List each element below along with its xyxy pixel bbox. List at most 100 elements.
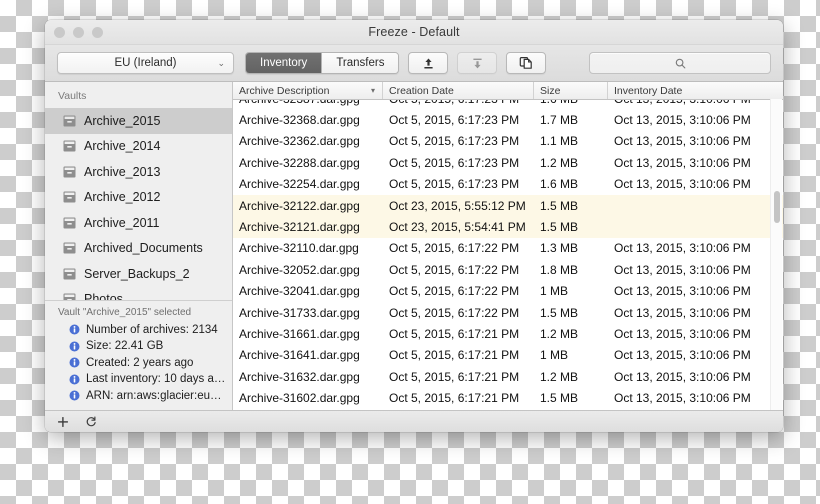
cell-inventory-date: Oct 13, 2015, 3:10:06 PM — [614, 155, 751, 170]
table-body: Archive-32387.dar.gpgOct 5, 2015, 6:17:2… — [233, 100, 783, 410]
sidebar-item-archive-2011[interactable]: Archive_2011 — [45, 210, 232, 236]
cell-creation-date: Oct 5, 2015, 6:17:23 PM — [383, 100, 534, 106]
table-row[interactable]: Archive-32121.dar.gpg Oct 23, 2015, 5:54:… — [233, 216, 783, 238]
table-row[interactable]: Archive-31602.dar.gpg Oct 5, 2015, 6:17:2… — [233, 387, 783, 408]
table-row[interactable]: Archive-31661.dar.gpg Oct 5, 2015, 6:17:2… — [233, 323, 783, 344]
vault-list: Archive_2015 Archive_2014 Archive_2013 A… — [45, 108, 232, 300]
cell-inventory-date: Oct 13, 2015, 3:10:06 PM — [614, 284, 751, 299]
sidebar-item-archived-documents[interactable]: Archived_Documents — [45, 236, 232, 262]
sidebar-item-label: Archive_2013 — [84, 164, 161, 179]
cell-size: 1 MB — [540, 348, 569, 363]
sidebar-item-archive-2013[interactable]: Archive_2013 — [45, 159, 232, 185]
cell-archive-description: Archive-32368.dar.gpg — [239, 113, 360, 128]
tab-inventory[interactable]: Inventory — [246, 53, 322, 73]
cell-creation-date: Oct 23, 2015, 5:54:41 PM — [389, 220, 526, 235]
copy-archive-button[interactable] — [506, 52, 547, 74]
info-icon — [69, 341, 80, 352]
toolbar: EU (Ireland) ⌄ Inventory Transfers — [45, 45, 783, 82]
table-row[interactable]: Archive-32122.dar.gpg Oct 23, 2015, 5:55:… — [233, 194, 783, 217]
cell-creation-date: Oct 5, 2015, 6:17:21 PM — [389, 369, 520, 384]
info-icon — [69, 374, 80, 385]
search-icon — [675, 58, 685, 68]
cell-creation-date: Oct 5, 2015, 6:17:22 PM — [389, 262, 520, 277]
table-row[interactable]: Archive-31641.dar.gpg Oct 5, 2015, 6:17:2… — [233, 345, 783, 366]
cell-archive-description: Archive-32288.dar.gpg — [239, 155, 360, 170]
column-header-label: Archive Description — [239, 84, 330, 97]
table-row[interactable]: Archive-32368.dar.gpg Oct 5, 2015, 6:17:2… — [233, 109, 783, 130]
cell-archive-description: Archive-32041.dar.gpg — [239, 284, 360, 299]
sidebar-item-archive-2015[interactable]: Archive_2015 — [45, 108, 232, 134]
sidebar-item-label: Archive_2011 — [84, 215, 160, 230]
vault-info-row-size: Size: 22.41 GB — [45, 338, 232, 355]
table-row[interactable]: Archive-31548.dar.gpgOct 5, 2015, 6:17:2… — [233, 409, 783, 410]
sidebar-item-label: Archived_Documents — [84, 241, 203, 256]
copy-document-icon — [519, 57, 532, 69]
column-header-creation-date[interactable]: Creation Date — [383, 82, 534, 99]
region-select[interactable]: EU (Ireland) ⌄ — [57, 52, 234, 74]
cell-inventory-date: Oct 13, 2015, 3:10:06 PM — [614, 348, 751, 363]
sidebar-item-photos[interactable]: Photos — [45, 287, 232, 300]
zoom-button[interactable] — [92, 27, 103, 38]
scrollbar-thumb[interactable] — [773, 191, 780, 223]
cell-size: 1.5 MB — [540, 305, 579, 320]
sidebar-header: Vaults — [58, 90, 87, 102]
cell-inventory-date: Oct 13, 2015, 3:10:06 PM — [614, 241, 751, 256]
table-row[interactable]: Archive-32041.dar.gpg Oct 5, 2015, 6:17:2… — [233, 281, 783, 302]
column-header-label: Inventory Date — [614, 84, 683, 97]
close-button[interactable] — [54, 27, 65, 38]
table-row[interactable]: Archive-32254.dar.gpg Oct 5, 2015, 6:17:2… — [233, 174, 783, 195]
column-header-inventory-date[interactable]: Inventory Date — [608, 82, 783, 99]
cell-creation-date: Oct 5, 2015, 6:17:23 PM — [389, 177, 520, 192]
sidebar-item-archive-2012[interactable]: Archive_2012 — [45, 185, 232, 211]
column-header-size[interactable]: Size — [534, 82, 608, 99]
vault-info-title: Vault "Archive_2015" selected — [58, 306, 192, 318]
cell-inventory-date: Oct 13, 2015, 3:10:06 PM — [614, 391, 751, 406]
vault-info-row-created: Created: 2 years ago — [45, 355, 232, 372]
view-segmented-control: Inventory Transfers — [245, 52, 400, 74]
refresh-icon — [86, 416, 96, 426]
bottom-toolbar — [45, 410, 783, 432]
vertical-scrollbar[interactable] — [770, 99, 782, 410]
cell-size: 1 MB — [540, 284, 569, 299]
cell-archive-description: Archive-32052.dar.gpg — [239, 262, 360, 277]
sidebar-item-label: Server_Backups_2 — [84, 266, 190, 281]
sidebar-item-archive-2014[interactable]: Archive_2014 — [45, 134, 232, 160]
sidebar-item-label: Archive_2015 — [84, 113, 161, 128]
search-container — [589, 52, 771, 74]
vault-icon — [63, 268, 76, 280]
cell-creation-date: Oct 5, 2015, 6:17:23 PM — [389, 155, 520, 170]
column-header-label: Size — [540, 84, 561, 97]
table-row[interactable]: Archive-31632.dar.gpg Oct 5, 2015, 6:17:2… — [233, 366, 783, 387]
sidebar: Vaults Archive_2015 Archive_2014 Archive… — [45, 82, 233, 410]
sidebar-item-server-backups-2[interactable]: Server_Backups_2 — [45, 261, 232, 287]
download-button[interactable] — [457, 52, 498, 74]
sidebar-item-label: Archive_2012 — [84, 190, 161, 205]
table-row[interactable]: Archive-32387.dar.gpgOct 5, 2015, 6:17:2… — [233, 100, 783, 109]
table-row[interactable]: Archive-32288.dar.gpg Oct 5, 2015, 6:17:2… — [233, 152, 783, 173]
column-header-archive-description[interactable]: Archive Description ▾ — [233, 82, 383, 99]
refresh-button[interactable] — [84, 415, 98, 429]
upload-button[interactable] — [408, 52, 449, 74]
cell-archive-description: Archive-32362.dar.gpg — [239, 134, 360, 149]
cell-size: 1.6 MB — [534, 100, 608, 106]
vault-info-row-last-inventory: Last inventory: 10 days a… — [45, 371, 232, 388]
minimize-button[interactable] — [73, 27, 84, 38]
cell-size: 1.2 MB — [540, 369, 579, 384]
traffic-light-group — [54, 27, 103, 38]
vault-info-row-arn: ARN: arn:aws:glacier:eu… — [45, 388, 232, 405]
add-vault-button[interactable] — [56, 415, 70, 429]
vault-icon — [63, 140, 76, 152]
table-row[interactable]: Archive-32362.dar.gpg Oct 5, 2015, 6:17:2… — [233, 131, 783, 152]
vault-icon — [63, 191, 76, 203]
table-row[interactable]: Archive-31733.dar.gpg Oct 5, 2015, 6:17:2… — [233, 302, 783, 323]
cell-archive-description: Archive-31661.dar.gpg — [239, 326, 360, 341]
vault-icon — [63, 166, 76, 178]
search-input[interactable] — [589, 52, 771, 74]
cell-inventory-date: Oct 13, 2015, 3:10:06 PM — [614, 369, 751, 384]
tab-transfers[interactable]: Transfers — [321, 53, 399, 73]
table-row[interactable]: Archive-32110.dar.gpg Oct 5, 2015, 6:17:2… — [233, 238, 783, 259]
titlebar: Freeze - Default — [45, 20, 783, 45]
info-icon — [69, 357, 80, 368]
cell-size: 1.5 MB — [540, 220, 579, 235]
table-row[interactable]: Archive-32052.dar.gpg Oct 5, 2015, 6:17:2… — [233, 259, 783, 280]
